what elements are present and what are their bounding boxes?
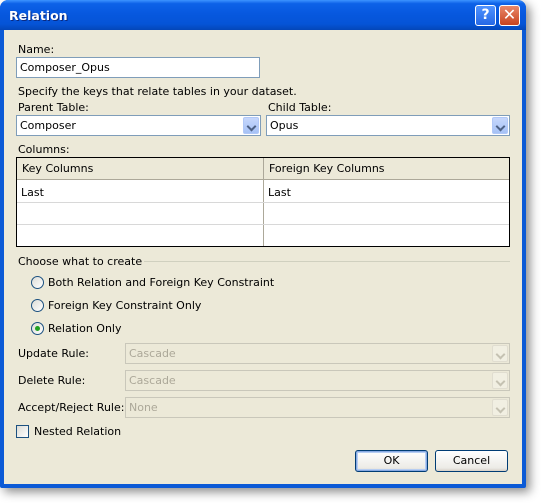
radio-both[interactable]	[31, 276, 44, 289]
chevron-down-icon[interactable]	[243, 117, 259, 134]
table-cell[interactable]: Last	[21, 186, 44, 199]
chevron-down-icon[interactable]	[492, 372, 508, 389]
nested-relation-checkbox[interactable]	[16, 425, 29, 438]
child-table-value: Opus	[270, 119, 299, 132]
cancel-button[interactable]: Cancel	[435, 450, 508, 472]
update-rule-select[interactable]: Cascade	[125, 343, 510, 364]
radio-fk-only-label[interactable]: Foreign Key Constraint Only	[48, 299, 201, 312]
group-separator	[144, 261, 510, 262]
delete-rule-select[interactable]: Cascade	[125, 370, 510, 391]
dialog-body: Name: Composer_Opus Specify the keys tha…	[4, 30, 522, 484]
columns-label: Columns:	[18, 143, 70, 156]
radio-fk-only[interactable]	[31, 299, 44, 312]
update-rule-value: Cascade	[129, 347, 176, 360]
create-group-label: Choose what to create	[18, 255, 143, 268]
description-text: Specify the keys that relate tables in y…	[18, 85, 297, 98]
close-icon[interactable]: ✕	[499, 5, 520, 26]
parent-table-value: Composer	[20, 119, 76, 132]
accept-reject-rule-select[interactable]: None	[125, 397, 510, 418]
relation-dialog: Relation ? ✕ Name: Composer_Opus Specify…	[0, 0, 526, 488]
radio-relation-only-label[interactable]: Relation Only	[48, 322, 121, 335]
name-label: Name:	[18, 43, 55, 56]
delete-rule-value: Cascade	[129, 374, 176, 387]
row-divider	[17, 224, 509, 225]
name-value: Composer_Opus	[20, 61, 110, 74]
accept-reject-rule-value: None	[129, 401, 158, 414]
update-rule-label: Update Rule:	[18, 347, 89, 360]
delete-rule-label: Delete Rule:	[18, 374, 86, 387]
table-cell[interactable]: Last	[268, 186, 291, 199]
parent-table-label: Parent Table:	[18, 101, 89, 114]
columns-grid[interactable]: Key Columns Foreign Key Columns Last Las…	[16, 157, 510, 247]
radio-both-label[interactable]: Both Relation and Foreign Key Constraint	[48, 276, 274, 289]
help-icon[interactable]: ?	[475, 5, 496, 26]
column-header-key[interactable]: Key Columns	[22, 162, 93, 175]
title-bar[interactable]: Relation ? ✕	[0, 0, 526, 30]
window-title: Relation	[9, 8, 68, 23]
chevron-down-icon[interactable]	[492, 345, 508, 362]
ok-button[interactable]: OK	[355, 450, 428, 472]
row-divider	[17, 202, 509, 203]
radio-relation-only[interactable]	[31, 322, 44, 335]
parent-table-select[interactable]: Composer	[16, 115, 261, 136]
child-table-label: Child Table:	[268, 101, 332, 114]
chevron-down-icon[interactable]	[492, 399, 508, 416]
name-field[interactable]: Composer_Opus	[16, 57, 260, 78]
nested-relation-label[interactable]: Nested Relation	[34, 425, 121, 438]
child-table-select[interactable]: Opus	[266, 115, 510, 136]
chevron-down-icon[interactable]	[492, 117, 508, 134]
accept-reject-rule-label: Accept/Reject Rule:	[18, 401, 125, 414]
column-header-foreign-key[interactable]: Foreign Key Columns	[269, 162, 385, 175]
